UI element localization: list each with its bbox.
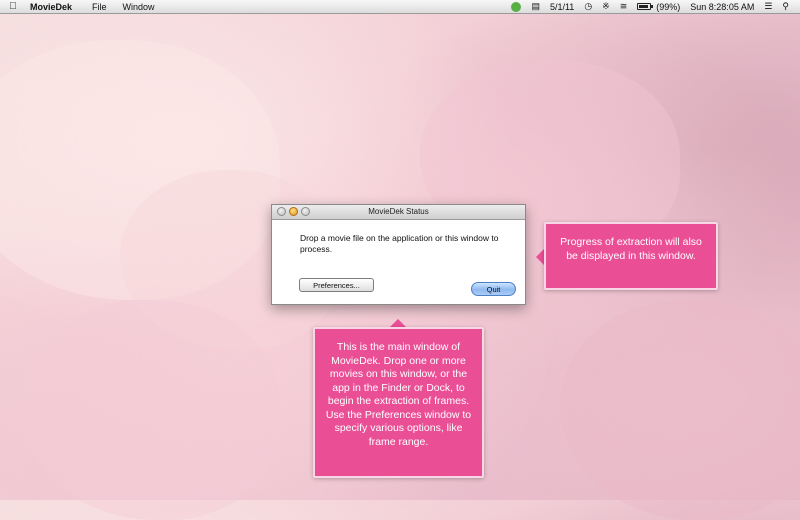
quit-button[interactable]: Quit [471,282,516,296]
display-icon[interactable]: ▤ [526,0,545,13]
bluetooth-icon[interactable]: ※ [597,0,615,13]
menu-date[interactable]: 5/1/11 [545,0,579,13]
window-message: Drop a movie file on the application or … [300,233,499,254]
battery-percent[interactable]: (99%) [656,0,685,13]
window-title: MovieDek Status [368,207,429,216]
window-titlebar[interactable]: MovieDek Status [272,205,525,220]
time-machine-icon[interactable]: ◷ [579,0,597,13]
app-menu[interactable]: MovieDek [26,2,84,12]
wallpaper-petal [20,300,280,520]
wallpaper-petal [560,300,800,520]
menu-bar:  MovieDek File Window ▤ 5/1/11 ◷ ※ ≅ (9… [0,0,800,14]
close-button[interactable] [277,207,286,216]
callout-main-window: This is the main window of MovieDek. Dro… [313,327,484,478]
preferences-button[interactable]: Preferences... [299,278,374,292]
apple-icon[interactable]:  [0,1,26,12]
callout-progress: Progress of extraction will also be disp… [544,222,718,290]
menu-window[interactable]: Window [115,2,163,12]
spotlight-icon[interactable]: ⚲ [777,0,794,13]
wifi-icon[interactable]: ≅ [615,0,633,13]
status-window: MovieDek Status Drop a movie file on the… [271,204,526,305]
menu-list-icon[interactable]: ☰ [759,0,777,13]
gear-icon[interactable] [506,0,526,13]
menu-clock[interactable]: Sun 8:28:05 AM [685,0,759,13]
battery-icon[interactable] [632,0,656,13]
minimize-button[interactable] [289,207,298,216]
menu-file[interactable]: File [84,2,115,12]
zoom-button[interactable] [301,207,310,216]
